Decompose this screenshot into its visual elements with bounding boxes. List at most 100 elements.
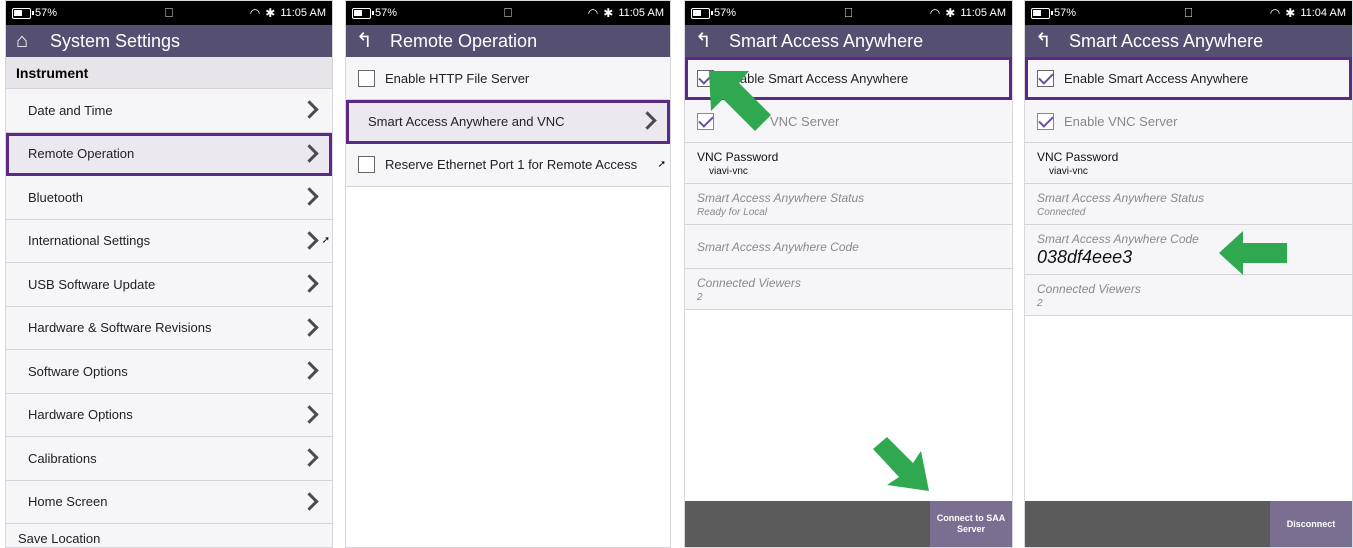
battery-icon xyxy=(691,7,713,19)
chevron-right-icon xyxy=(300,143,322,165)
reserve-ethernet-port-option[interactable]: Reserve Ethernet Port 1 for Remote Acces… xyxy=(346,143,670,187)
section-header-instrument: Instrument xyxy=(6,57,332,89)
menu-item-label: Remote Operation xyxy=(28,146,135,162)
green-arrow-icon xyxy=(709,71,771,131)
connected-viewers-field: Connected Viewers 2 xyxy=(685,269,1012,310)
menu-item-label: Save Location xyxy=(18,531,101,546)
menu-item-hardware-software-revisions[interactable]: Hardware & Software Revisions xyxy=(6,306,332,350)
chevron-right-icon xyxy=(300,230,322,252)
wifi-icon: ◠ xyxy=(249,6,261,20)
menu-item-label: International Settings xyxy=(28,233,151,249)
battery-icon xyxy=(1031,7,1053,19)
back-icon[interactable]: ↰ xyxy=(356,31,380,51)
option-label: VNC Server xyxy=(770,113,840,129)
status-bar: 57% ⎕ ◠ ✱ 11:05 AM xyxy=(346,1,670,25)
chevron-right-icon xyxy=(300,317,322,339)
system-settings-screen: 57% ⎕ ◠ ✱ 11:05 AM ⌂ System Settings Ins… xyxy=(5,0,333,548)
connect-to-saa-server-button[interactable]: Connect to SAA Server xyxy=(930,501,1012,547)
menu-item-home-screen[interactable]: Home Screen xyxy=(6,480,332,524)
option-label: Enable Smart Access Anywhere xyxy=(1064,70,1249,86)
status-bar: 57% ⎕ ◠ ✱ 11:05 AM xyxy=(6,1,332,25)
enable-vnc-checkbox[interactable] xyxy=(1037,112,1054,130)
saa-status-label: Smart Access Anywhere Status xyxy=(1037,191,1205,205)
menu-item-label: Calibrations xyxy=(28,450,97,466)
menu-item-remote-operation[interactable]: Remote Operation xyxy=(6,132,332,176)
connected-viewers-label: Connected Viewers xyxy=(1037,282,1141,296)
connected-viewers-label: Connected Viewers xyxy=(697,276,801,290)
saa-code-label: Smart Access Anywhere Code xyxy=(1037,232,1199,246)
menu-item-save-location[interactable]: Save Location xyxy=(6,524,332,547)
menu-item-label: Home Screen xyxy=(28,494,108,510)
vnc-password-field[interactable]: VNC Password viavi-vnc xyxy=(1025,143,1352,184)
menu-item-label: Bluetooth xyxy=(28,189,83,205)
enable-smart-access-anywhere-option[interactable]: Enable Smart Access Anywhere xyxy=(1025,57,1352,100)
chevron-right-icon xyxy=(300,186,322,208)
title-bar: ↰ Smart Access Anywhere xyxy=(1025,25,1352,57)
battery-level: 57% xyxy=(714,7,737,19)
connected-viewers-field: Connected Viewers 2 xyxy=(1025,275,1352,316)
bluetooth-icon: ✱ xyxy=(1285,6,1296,20)
reserve-ethernet-checkbox[interactable] xyxy=(358,156,375,173)
disconnect-button[interactable]: Disconnect xyxy=(1270,501,1352,547)
menu-item-smart-access-anywhere-vnc[interactable]: Smart Access Anywhere and VNC xyxy=(346,100,670,144)
vnc-password-value: viavi-vnc xyxy=(709,166,748,177)
usb-icon: ⎕ xyxy=(1184,5,1193,20)
battery-level: 57% xyxy=(35,7,58,19)
battery-icon xyxy=(12,7,34,19)
page-title: Smart Access Anywhere xyxy=(729,30,924,51)
menu-item-software-options[interactable]: Software Options xyxy=(6,350,332,394)
menu-item-usb-software-update[interactable]: USB Software Update xyxy=(6,263,332,307)
menu-item-label: Smart Access Anywhere and VNC xyxy=(368,113,565,129)
battery-icon xyxy=(352,7,374,19)
battery-indicator: 57% xyxy=(1031,7,1076,19)
saa-code-field: Smart Access Anywhere Code 038df4eee3 xyxy=(1025,225,1352,275)
battery-indicator: 57% xyxy=(691,7,736,19)
saa-code-label: Smart Access Anywhere Code xyxy=(697,240,859,254)
back-icon[interactable]: ↰ xyxy=(1035,31,1059,51)
page-title: Smart Access Anywhere xyxy=(1069,30,1264,51)
menu-item-label: USB Software Update xyxy=(28,276,156,292)
menu-item-international-settings[interactable]: International Settings ➚ xyxy=(6,219,332,263)
enable-vnc-server-option[interactable]: Enable VNC Server xyxy=(1025,100,1352,143)
home-icon[interactable]: ⌂ xyxy=(16,31,40,51)
bluetooth-icon: ✱ xyxy=(945,6,956,20)
chevron-right-icon xyxy=(300,447,322,469)
saa-status-value: Connected xyxy=(1037,207,1086,218)
wifi-icon: ◠ xyxy=(929,6,941,20)
menu-item-label: Hardware & Software Revisions xyxy=(28,320,212,336)
vnc-password-label: VNC Password xyxy=(697,150,779,164)
chevron-right-icon xyxy=(300,404,322,426)
http-file-server-checkbox[interactable] xyxy=(358,69,375,87)
footer-bar: Connect to SAA Server xyxy=(685,501,1012,547)
chevron-right-icon xyxy=(300,273,322,295)
menu-item-hardware-options[interactable]: Hardware Options xyxy=(6,393,332,437)
smart-access-anywhere-screen-after: 57% ⎕ ◠ ✱ 11:04 AM ↰ Smart Access Anywhe… xyxy=(1024,0,1353,548)
menu-item-bluetooth[interactable]: Bluetooth xyxy=(6,176,332,220)
vnc-password-field[interactable]: VNC Password viavi-vnc xyxy=(685,143,1012,184)
status-bar: 57% ⎕ ◠ ✱ 11:04 AM xyxy=(1025,1,1352,25)
enable-http-file-server-option[interactable]: Enable HTTP File Server xyxy=(346,57,670,100)
wifi-icon: ◠ xyxy=(1269,6,1281,20)
bluetooth-icon: ✱ xyxy=(603,6,614,20)
bluetooth-icon: ✱ xyxy=(265,6,276,20)
clock: 11:05 AM xyxy=(618,7,664,19)
option-label: Enable VNC Server xyxy=(1064,113,1178,129)
menu-item-date-and-time[interactable]: Date and Time xyxy=(6,89,332,133)
battery-indicator: 57% xyxy=(12,7,57,19)
battery-level: 57% xyxy=(1054,7,1077,19)
menu-item-calibrations[interactable]: Calibrations xyxy=(6,437,332,481)
vnc-password-value: viavi-vnc xyxy=(1049,166,1088,177)
chevron-right-icon xyxy=(300,99,322,121)
title-bar: ↰ Smart Access Anywhere xyxy=(685,25,1012,57)
enable-saa-checkbox[interactable] xyxy=(1037,69,1054,87)
chevron-right-icon xyxy=(300,491,322,513)
battery-indicator: 57% xyxy=(352,7,397,19)
cursor-icon: ➚ xyxy=(657,159,666,170)
back-icon[interactable]: ↰ xyxy=(695,31,719,51)
cursor-icon: ➚ xyxy=(321,235,330,247)
usb-icon: ⎕ xyxy=(844,5,853,20)
title-bar: ⌂ System Settings xyxy=(6,25,332,57)
page-title: System Settings xyxy=(50,30,181,51)
saa-code-value: 038df4eee3 xyxy=(1037,247,1133,267)
smart-access-anywhere-screen-before: 57% ⎕ ◠ ✱ 11:05 AM ↰ Smart Access Anywhe… xyxy=(684,0,1013,548)
